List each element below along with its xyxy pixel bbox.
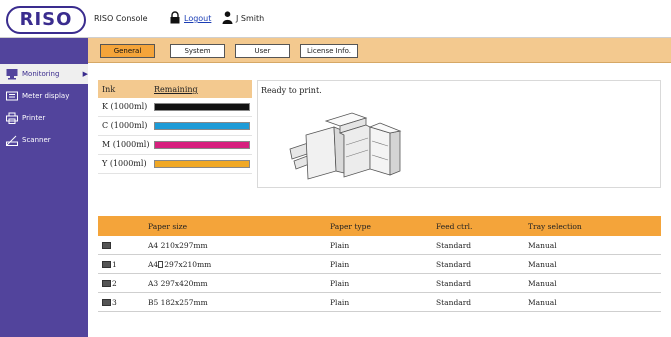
table-row[interactable]: A4 210x297mm Plain Standard Manual — [98, 236, 661, 255]
feed-ctrl-cell: Standard — [436, 260, 472, 269]
user-name: J Smith — [236, 14, 265, 23]
feed-ctrl-header: Feed ctrl. — [436, 222, 473, 231]
paper-size-cell: A4 210x297mm — [148, 241, 208, 250]
tray-icon — [102, 299, 111, 306]
sidebar-item-meter-display[interactable]: Meter display — [0, 86, 88, 106]
tab-user[interactable]: User — [235, 44, 290, 58]
sidebar-item-label: Monitoring — [22, 70, 60, 78]
ink-level-fill — [155, 104, 249, 110]
ink-row-y: Y (1000ml) — [98, 155, 252, 174]
sidebar-item-scanner[interactable]: Scanner — [0, 130, 88, 150]
feed-ctrl-cell: Standard — [436, 279, 472, 288]
ink-level-bar — [154, 122, 250, 130]
tray-selection-cell: Manual — [528, 279, 557, 288]
printer-illustration — [289, 112, 402, 180]
paper-type-cell: Plain — [330, 298, 350, 307]
console-title: RISO Console — [94, 14, 148, 23]
ink-level-bar — [154, 103, 250, 111]
paper-size-suffix: 297x210mm — [164, 260, 212, 269]
ink-level-fill — [155, 123, 249, 129]
tray-icon — [102, 261, 111, 268]
paper-type-cell: Plain — [330, 241, 350, 250]
tabs-bar: General System User License Info. — [88, 38, 671, 63]
ink-label: Y (1000ml) — [102, 159, 147, 168]
tray-selection-cell: Manual — [528, 298, 557, 307]
sidebar-item-label: Printer — [22, 114, 46, 122]
sidebar: Monitoring ▶ Meter display Printer Scann… — [0, 38, 88, 337]
ink-level-fill — [155, 142, 249, 148]
sidebar-item-label: Scanner — [22, 136, 51, 144]
tray-icon — [102, 280, 111, 287]
lock-icon — [170, 11, 180, 24]
printer-icon — [6, 112, 18, 124]
printer-status-text: Ready to print. — [261, 86, 322, 95]
ink-level-bar — [154, 141, 250, 149]
paper-size-header: Paper size — [148, 222, 188, 231]
paper-size-cell: A4 297x210mm — [148, 260, 211, 269]
table-row[interactable]: 1 A4 297x210mm Plain Standard Manual — [98, 255, 661, 274]
sidebar-item-label: Meter display — [22, 92, 70, 100]
orientation-icon — [158, 261, 164, 268]
feed-ctrl-cell: Standard — [436, 298, 472, 307]
tray-number: 2 — [112, 279, 117, 288]
remaining-column-header: Remaining — [154, 85, 198, 94]
paper-size-prefix: A4 — [148, 260, 159, 269]
sidebar-item-monitoring[interactable]: Monitoring ▶ — [0, 64, 88, 84]
ink-label: K (1000ml) — [102, 102, 148, 111]
logout-link[interactable]: Logout — [184, 14, 211, 23]
status-panel: Ready to print. — [257, 80, 661, 188]
paper-table-header: Paper size Paper type Feed ctrl. Tray se… — [98, 216, 661, 236]
monitoring-icon — [6, 69, 18, 80]
paper-size-cell: A3 297x420mm — [148, 279, 208, 288]
ink-row-m: M (1000ml) — [98, 136, 252, 155]
tray-number: 1 — [112, 260, 117, 269]
ink-row-k: K (1000ml) — [98, 98, 252, 117]
ink-row-c: C (1000ml) — [98, 117, 252, 136]
ink-level-bar — [154, 160, 250, 168]
paper-type-cell: Plain — [330, 279, 350, 288]
ink-label: M (1000ml) — [102, 140, 150, 149]
tray-selection-header: Tray selection — [528, 222, 582, 231]
ink-label: C (1000ml) — [102, 121, 148, 130]
tray-icon — [102, 242, 111, 249]
user-icon — [222, 11, 233, 24]
ink-table-header: Ink Remaining — [98, 80, 252, 98]
ink-panel: Ink Remaining K (1000ml) C (1000ml) M (1… — [98, 80, 252, 188]
header-bar: RISO RISO Console Logout J Smith — [0, 0, 671, 38]
arrow-right-icon: ▶ — [82, 70, 88, 78]
table-row[interactable]: 2 A3 297x420mm Plain Standard Manual — [98, 274, 661, 293]
tab-system[interactable]: System — [170, 44, 225, 58]
riso-logo: RISO — [6, 6, 86, 34]
meter-icon — [6, 91, 18, 101]
tray-selection-cell: Manual — [528, 241, 557, 250]
tab-license-info[interactable]: License Info. — [300, 44, 358, 58]
tray-selection-cell: Manual — [528, 260, 557, 269]
tray-number: 3 — [112, 298, 117, 307]
ink-column-header: Ink — [102, 85, 116, 94]
table-row[interactable]: 3 B5 182x257mm Plain Standard Manual — [98, 293, 661, 312]
sidebar-item-printer[interactable]: Printer — [0, 108, 88, 128]
tab-general[interactable]: General — [100, 44, 155, 58]
paper-type-cell: Plain — [330, 260, 350, 269]
paper-size-cell: B5 182x257mm — [148, 298, 208, 307]
ink-level-fill — [155, 161, 249, 167]
feed-ctrl-cell: Standard — [436, 241, 472, 250]
scanner-icon — [6, 135, 18, 146]
paper-type-header: Paper type — [330, 222, 371, 231]
